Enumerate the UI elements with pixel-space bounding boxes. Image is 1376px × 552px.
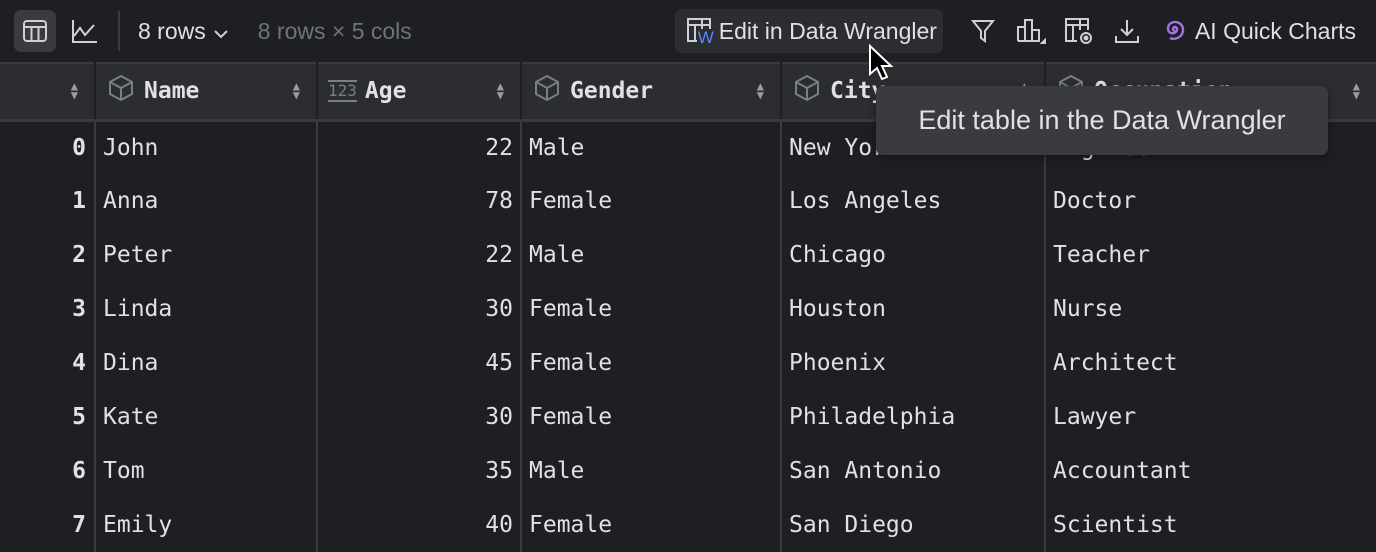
- line-chart-icon: [72, 20, 97, 43]
- cell-gender[interactable]: Male: [521, 444, 782, 498]
- cell-occupation[interactable]: Lawyer: [1045, 390, 1376, 444]
- object-type-icon: [106, 73, 136, 109]
- sort-icon[interactable]: ▲▼: [497, 80, 504, 101]
- numeric-type-icon: 123: [328, 80, 357, 103]
- table-row[interactable]: 5 Kate 30 Female Philadelphia Lawyer: [0, 390, 1376, 444]
- cell-age[interactable]: 30: [317, 282, 522, 336]
- column-label: Name: [144, 78, 200, 105]
- wrangler-badge: W: [697, 28, 714, 47]
- table-eye-icon: [1064, 18, 1092, 44]
- cell-index[interactable]: 3: [0, 282, 96, 336]
- cell-name[interactable]: John: [95, 120, 318, 174]
- column-label: Age: [364, 78, 407, 105]
- cell-age[interactable]: 45: [317, 336, 522, 390]
- cell-city[interactable]: Philadelphia: [781, 390, 1046, 444]
- cell-index[interactable]: 5: [0, 390, 96, 444]
- cell-city[interactable]: San Diego: [781, 498, 1046, 552]
- cell-city[interactable]: Houston: [781, 282, 1046, 336]
- cell-city[interactable]: Phoenix: [781, 336, 1046, 390]
- cell-gender[interactable]: Male: [521, 228, 782, 282]
- download-button[interactable]: [1103, 18, 1151, 44]
- cell-occupation[interactable]: Teacher: [1045, 228, 1376, 282]
- edit-in-data-wrangler-label: Edit in Data Wrangler: [718, 17, 937, 44]
- sort-icon[interactable]: ▲▼: [293, 80, 300, 101]
- cell-occupation[interactable]: Nurse: [1045, 282, 1376, 336]
- column-header-age[interactable]: 123 Age ▲ ▼: [317, 62, 522, 122]
- cell-age[interactable]: 22: [317, 120, 522, 174]
- cell-index[interactable]: 1: [0, 174, 96, 228]
- ai-quick-charts-button[interactable]: AI Quick Charts: [1161, 17, 1356, 45]
- table-row[interactable]: 6 Tom 35 Male San Antonio Accountant: [0, 444, 1376, 498]
- table-row[interactable]: 2 Peter 22 Male Chicago Teacher: [0, 228, 1376, 282]
- filter-button[interactable]: [959, 18, 1007, 44]
- cell-name[interactable]: Emily: [95, 498, 318, 552]
- data-wrangler-icon: W: [685, 16, 715, 47]
- mouse-cursor-icon: [868, 43, 894, 87]
- dimensions-label: 8 rows × 5 cols: [257, 17, 412, 44]
- chart-options-button[interactable]: [1007, 17, 1055, 45]
- table-row[interactable]: 7 Emily 40 Female San Diego Scientist: [0, 498, 1376, 552]
- cell-gender[interactable]: Female: [521, 174, 782, 228]
- cell-gender[interactable]: Female: [521, 282, 782, 336]
- rows-dropdown[interactable]: 8 rows: [138, 18, 228, 45]
- cell-city[interactable]: Los Angeles: [781, 174, 1046, 228]
- cell-age[interactable]: 22: [317, 228, 522, 282]
- table-view-button[interactable]: [14, 10, 56, 52]
- cell-age[interactable]: 40: [317, 498, 522, 552]
- table-row[interactable]: 1 Anna 78 Female Los Angeles Doctor: [0, 174, 1376, 228]
- cell-gender[interactable]: Female: [521, 336, 782, 390]
- cell-age[interactable]: 35: [317, 444, 522, 498]
- bar-chart-icon: [1016, 19, 1046, 44]
- chart-view-button[interactable]: [64, 10, 106, 52]
- tooltip: Edit table in the Data Wrangler: [876, 86, 1328, 155]
- index-header[interactable]: ▲ ▼: [0, 62, 96, 122]
- object-type-icon: [532, 73, 562, 109]
- chevron-down-icon: [214, 18, 228, 45]
- cell-name[interactable]: Linda: [95, 282, 318, 336]
- sort-icon[interactable]: ▲▼: [757, 80, 764, 101]
- cell-age[interactable]: 30: [317, 390, 522, 444]
- cell-occupation[interactable]: Accountant: [1045, 444, 1376, 498]
- ai-quick-charts-label: AI Quick Charts: [1194, 17, 1356, 44]
- column-header-name[interactable]: Name ▲ ▼: [95, 62, 318, 122]
- cell-index[interactable]: 6: [0, 444, 96, 498]
- cell-index[interactable]: 7: [0, 498, 96, 552]
- cell-index[interactable]: 0: [0, 120, 96, 174]
- table-row[interactable]: 4 Dina 45 Female Phoenix Architect: [0, 336, 1376, 390]
- cell-name[interactable]: Kate: [95, 390, 318, 444]
- cell-gender[interactable]: Female: [521, 498, 782, 552]
- filter-icon: [970, 20, 995, 43]
- cell-gender[interactable]: Male: [521, 120, 782, 174]
- cell-name[interactable]: Dina: [95, 336, 318, 390]
- cell-city[interactable]: San Antonio: [781, 444, 1046, 498]
- column-label: Gender: [570, 78, 654, 105]
- table-row[interactable]: 3 Linda 30 Female Houston Nurse: [0, 282, 1376, 336]
- cell-index[interactable]: 2: [0, 228, 96, 282]
- column-visibility-button[interactable]: [1055, 16, 1103, 46]
- cell-occupation[interactable]: Scientist: [1045, 498, 1376, 552]
- ai-spiral-icon: [1166, 20, 1185, 40]
- cell-index[interactable]: 4: [0, 336, 96, 390]
- sort-icon[interactable]: ▲▼: [71, 80, 78, 101]
- cell-name[interactable]: Tom: [95, 444, 318, 498]
- toolbar: 8 rows 8 rows × 5 cols W Edit in Data Wr…: [0, 0, 1376, 62]
- object-type-icon: [792, 73, 822, 109]
- column-header-gender[interactable]: Gender ▲ ▼: [521, 62, 782, 122]
- sort-icon[interactable]: ▲▼: [1353, 80, 1360, 101]
- download-icon: [1114, 20, 1139, 43]
- cell-gender[interactable]: Female: [521, 390, 782, 444]
- rows-label: 8 rows: [138, 17, 206, 44]
- cell-city[interactable]: Chicago: [781, 228, 1046, 282]
- cell-occupation[interactable]: Architect: [1045, 336, 1376, 390]
- cell-age[interactable]: 78: [317, 174, 522, 228]
- cell-name[interactable]: Anna: [95, 174, 318, 228]
- cell-name[interactable]: Peter: [95, 228, 318, 282]
- cell-occupation[interactable]: Doctor: [1045, 174, 1376, 228]
- divider: [118, 11, 120, 51]
- table-icon: [23, 20, 47, 42]
- edit-in-data-wrangler-button[interactable]: W Edit in Data Wrangler: [674, 9, 943, 53]
